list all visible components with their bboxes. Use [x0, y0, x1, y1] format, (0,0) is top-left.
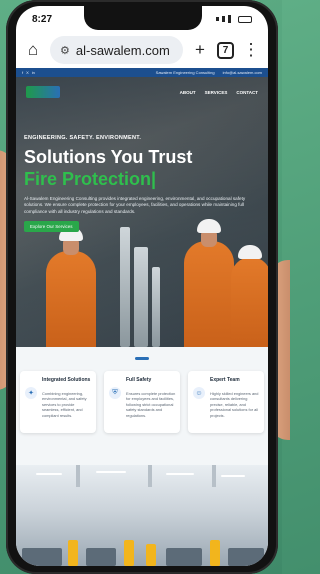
nav-item-services[interactable]: SERVICES	[205, 90, 228, 95]
signal-icon	[228, 15, 231, 23]
battery-icon	[238, 15, 252, 23]
url-text[interactable]: al-sawalem.com	[76, 43, 170, 58]
ceiling-light	[221, 475, 245, 477]
more-menu-icon[interactable]: ⋮	[242, 40, 260, 60]
feature-card: ☺ Expert Team Highly skilled engineers a…	[188, 371, 264, 433]
nav-item-contact[interactable]: CONTACT	[236, 90, 258, 95]
ceiling-beam	[148, 465, 152, 487]
features-section: ✦ Integrated Solutions Combining enginee…	[16, 347, 268, 465]
hero-subtitle: Fire Protection|	[24, 169, 157, 189]
helmet-icon	[238, 245, 262, 259]
refinery-tower	[134, 247, 148, 347]
ceiling-beam	[76, 465, 80, 487]
ceiling-light	[166, 473, 194, 475]
signal-icon	[222, 16, 225, 22]
nav-item-about[interactable]: ABOUT	[180, 90, 196, 95]
hero-section: ABOUT SERVICES CONTACT ENGINEERING. SAFE…	[16, 77, 268, 347]
phone-screen: 8:27 ⌂ ⚙ al-sawalem.com + 7 ⋮ f X in Saw…	[16, 6, 268, 566]
helmet-icon	[197, 219, 221, 233]
worker-figure	[184, 241, 234, 347]
ceiling-beam	[212, 465, 216, 487]
website-viewport: f X in Sawalem Engineering Consulting in…	[16, 68, 268, 566]
nav-menu: ABOUT SERVICES CONTACT	[180, 90, 258, 95]
facebook-icon[interactable]: f	[22, 70, 23, 75]
x-icon[interactable]: X	[26, 70, 29, 75]
feature-title: Expert Team	[210, 377, 240, 383]
browser-toolbar: ⌂ ⚙ al-sawalem.com + 7 ⋮	[16, 32, 268, 68]
ceiling-light	[36, 473, 62, 475]
company-logo[interactable]	[26, 86, 60, 98]
refinery-tower	[120, 227, 130, 347]
team-icon: ☺	[193, 387, 205, 399]
machine	[86, 548, 116, 566]
hero-eyebrow: ENGINEERING. SAFETY. ENVIRONMENT.	[24, 135, 142, 141]
machine	[228, 548, 264, 566]
machine	[166, 548, 202, 566]
feature-text: Highly skilled engineers and consultants…	[210, 391, 259, 418]
feature-card: ✦ Integrated Solutions Combining enginee…	[20, 371, 96, 433]
site-settings-icon[interactable]: ⚙	[60, 44, 70, 57]
ceiling-light	[96, 471, 126, 473]
status-icons	[216, 15, 252, 23]
feature-text: Ensures complete protection for employee…	[126, 391, 176, 418]
site-navbar: ABOUT SERVICES CONTACT	[16, 83, 268, 101]
tab-switcher-button[interactable]: 7	[217, 41, 234, 59]
robot-arm	[124, 540, 134, 566]
new-tab-icon[interactable]: +	[191, 40, 209, 60]
shield-icon: ⛨	[109, 387, 121, 399]
factory-image	[16, 465, 268, 566]
feature-title: Full Safety	[126, 377, 152, 383]
explore-services-button[interactable]: Explore Our Services	[24, 221, 79, 232]
feature-title: Integrated Solutions	[42, 377, 91, 383]
feature-card: ⛨ Full Safety Ensures complete protectio…	[104, 371, 180, 433]
carousel-indicator[interactable]	[135, 357, 149, 360]
refinery-tower	[152, 267, 160, 347]
hero-title: Solutions You Trust	[24, 147, 193, 167]
signal-icon	[216, 17, 219, 21]
home-icon[interactable]: ⌂	[24, 40, 42, 60]
topbar-email[interactable]: info@al-sawalem.com	[223, 70, 262, 75]
status-time: 8:27	[32, 13, 53, 25]
phone-frame: 8:27 ⌂ ⚙ al-sawalem.com + 7 ⋮ f X in Saw…	[6, 0, 278, 574]
linkedin-icon[interactable]: in	[32, 70, 35, 75]
worker-figure	[231, 257, 268, 347]
machine	[22, 548, 62, 566]
feature-text: Combining engineering, environmental, an…	[42, 391, 87, 418]
robot-arm	[146, 544, 156, 566]
social-links: f X in	[22, 70, 35, 75]
worker-figure	[46, 251, 96, 347]
topbar-contact: Sawalem Engineering Consulting	[155, 70, 215, 75]
robot-arm	[68, 540, 78, 566]
site-topbar: f X in Sawalem Engineering Consulting in…	[16, 68, 268, 77]
camera-notch	[84, 6, 202, 30]
address-bar[interactable]: ⚙ al-sawalem.com	[50, 36, 183, 64]
hero-description: Al-Sawalem Engineering Consulting provid…	[24, 196, 246, 214]
robot-arm	[210, 540, 220, 566]
puzzle-icon: ✦	[25, 387, 37, 399]
